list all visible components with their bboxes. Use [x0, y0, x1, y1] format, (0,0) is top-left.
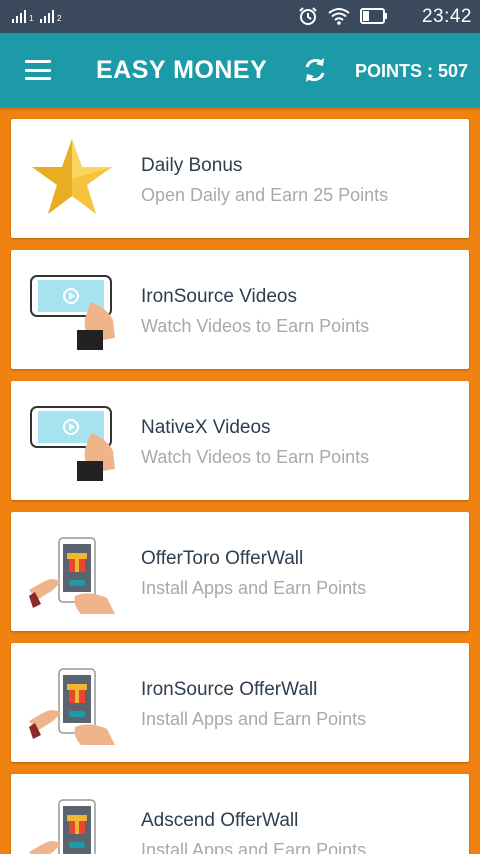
wifi-icon: [328, 8, 350, 25]
item-subtitle: Install Apps and Earn Points: [141, 578, 367, 598]
signal-icon: 1: [12, 9, 33, 23]
gift-phone-icon: [29, 799, 96, 854]
item-title: OfferToro OfferWall: [141, 548, 304, 569]
list-item-nativex-videos[interactable]: NativeX Videos Watch Videos to Earn Poin…: [11, 381, 469, 500]
video-phone-icon: [30, 275, 115, 350]
star-icon: [32, 139, 112, 214]
signal-icon: 2: [40, 9, 61, 23]
refresh-icon[interactable]: [300, 55, 330, 85]
app-title: EASY MONEY: [96, 56, 268, 84]
item-subtitle: Install Apps and Earn Points: [141, 709, 367, 729]
app-bar-shadow: [0, 107, 480, 112]
list-item-daily-bonus[interactable]: Daily Bonus Open Daily and Earn 25 Point…: [11, 119, 469, 238]
item-title: NativeX Videos: [141, 417, 271, 438]
item-title: Daily Bonus: [141, 155, 243, 176]
video-phone-icon: [30, 406, 115, 481]
gift-phone-icon: [29, 668, 115, 745]
menu-icon[interactable]: [25, 60, 51, 80]
item-subtitle: Watch Videos to Earn Points: [141, 316, 370, 336]
item-title: IronSource OfferWall: [141, 679, 318, 700]
item-subtitle: Open Daily and Earn 25 Points: [141, 185, 389, 205]
item-title: IronSource Videos: [141, 286, 297, 307]
app-bar: EASY MONEY POINTS : 507: [0, 33, 480, 107]
list-item-ironsource-videos[interactable]: IronSource Videos Watch Videos to Earn P…: [11, 250, 469, 369]
status-bar: 1 2 23:42: [0, 0, 480, 33]
points-counter: POINTS : 507: [354, 61, 468, 81]
alarm-icon: [299, 7, 317, 25]
item-title: Adscend OfferWall: [141, 810, 299, 831]
item-subtitle: Watch Videos to Earn Points: [141, 447, 370, 467]
list-item-ironsource-offerwall[interactable]: IronSource OfferWall Install Apps and Ea…: [11, 643, 469, 762]
gift-phone-icon: [29, 537, 115, 614]
battery-icon: [360, 8, 387, 24]
status-time: 23:42: [421, 6, 472, 27]
item-subtitle: Install Apps and Earn Points: [141, 840, 367, 854]
list-item-offertoro-offerwall[interactable]: OfferToro OfferWall Install Apps and Ear…: [11, 512, 469, 631]
list-item-adscend-offerwall[interactable]: Adscend OfferWall Install Apps and Earn …: [11, 774, 469, 854]
